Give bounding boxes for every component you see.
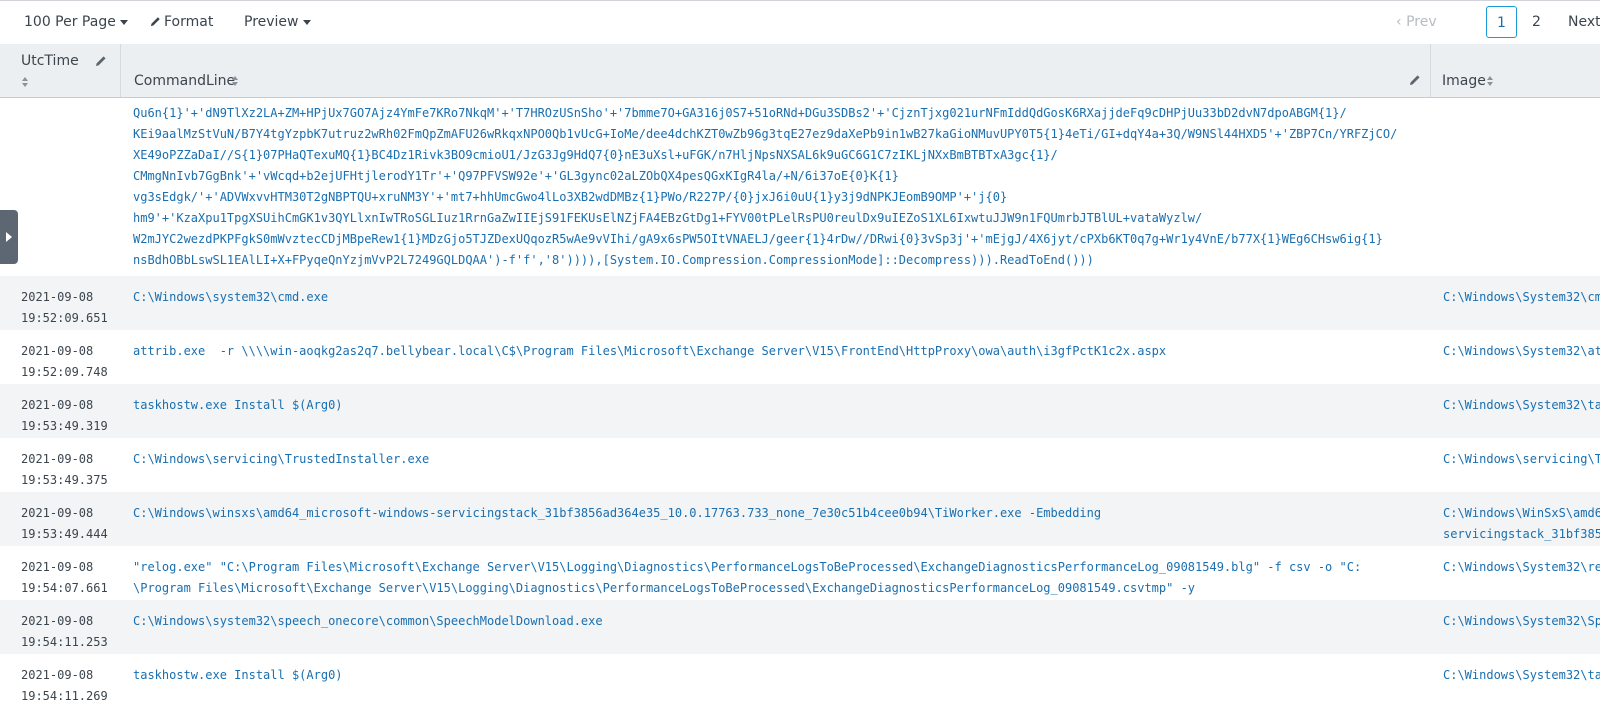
table-row: 2021-09-08 19:53:49.444 C:\Windows\winsx… — [0, 492, 1600, 546]
utctime-cell: 2021-09-08 19:53:49.444 — [21, 506, 108, 541]
image-cell[interactable]: C:\Windows\System32\attrib.exe — [1443, 341, 1600, 362]
caret-down-icon — [119, 19, 128, 25]
utctime-cell: 2021-09-08 19:52:09.651 — [21, 290, 108, 325]
prev-label: Prev — [1406, 14, 1437, 30]
utctime-cell: 2021-09-08 19:54:11.269 — [21, 668, 108, 703]
per-page-label: 100 Per Page — [24, 14, 116, 30]
sort-icon[interactable] — [1487, 76, 1494, 86]
per-page-dropdown[interactable]: 100 Per Page — [24, 14, 128, 30]
side-panel-handle-icon[interactable] — [0, 210, 18, 264]
image-cell[interactable]: C:\Windows\servicing\TrustedInstaller.ex… — [1443, 449, 1600, 470]
table-row: 2021-09-08 19:53:49.319 taskhostw.exe In… — [0, 384, 1600, 438]
preview-label: Preview — [244, 14, 299, 30]
pencil-icon[interactable] — [1409, 74, 1421, 86]
image-cell[interactable]: C:\Windows\System32\taskhostw.exe — [1443, 395, 1600, 416]
column-header-utctime[interactable]: UtcTime — [0, 44, 121, 97]
page-2-button[interactable]: 2 — [1532, 6, 1541, 38]
commandline-cell[interactable]: "relog.exe" "C:\Program Files\Microsoft\… — [133, 557, 1428, 599]
commandline-cell[interactable]: C:\Windows\servicing\TrustedInstaller.ex… — [133, 449, 1428, 470]
image-cell[interactable]: C:\Windows\System32\SpeechModelDownload.… — [1443, 611, 1600, 632]
format-label: Format — [164, 14, 214, 30]
sort-icon[interactable] — [22, 77, 29, 87]
pencil-icon[interactable] — [95, 55, 107, 67]
results-toolbar: 100 Per Page Format Preview ‹ Prev 1 2 N… — [0, 0, 1600, 44]
pencil-icon — [150, 17, 160, 27]
image-cell[interactable]: C:\Windows\System32\taskhostw.exe — [1443, 665, 1600, 686]
page-1-button[interactable]: 1 — [1486, 6, 1517, 38]
table-row: 2021-09-08 19:54:07.661 "relog.exe" "C:\… — [0, 546, 1600, 600]
format-button[interactable]: Format — [150, 14, 213, 30]
commandline-cell[interactable]: taskhostw.exe Install $(Arg0) — [133, 665, 1428, 686]
table-header: UtcTime CommandLine Image — [0, 44, 1600, 98]
commandline-cell[interactable]: attrib.exe -r \\\\win-aoqkg2as2q7.bellyb… — [133, 341, 1428, 362]
column-label-utctime: UtcTime — [21, 53, 79, 69]
utctime-cell: 2021-09-08 19:53:49.375 — [21, 452, 108, 487]
commandline-cell[interactable]: Qu6n{1}'+'dN9TlXz2LA+ZM+HPjUx7GO7Ajz4YmF… — [133, 103, 1428, 271]
utctime-cell: 2021-09-08 19:54:07.661 — [21, 560, 108, 595]
commandline-cell[interactable]: taskhostw.exe Install $(Arg0) — [133, 395, 1428, 416]
column-label-commandline: CommandLine — [134, 73, 236, 89]
utctime-cell: 2021-09-08 19:53:49.319 — [21, 398, 108, 433]
utctime-cell: 2021-09-08 19:54:11.253 — [21, 614, 108, 649]
commandline-cell[interactable]: C:\Windows\winsxs\amd64_microsoft-window… — [133, 503, 1428, 524]
table-row: 2021-09-08 19:52:09.651 C:\Windows\syste… — [0, 276, 1600, 330]
table-row: 2021-09-08 19:53:49.375 C:\Windows\servi… — [0, 438, 1600, 492]
table-row: 2021-09-08 19:54:11.253 C:\Windows\syste… — [0, 600, 1600, 654]
next-page-button[interactable]: Next › — [1568, 6, 1600, 38]
caret-down-icon — [302, 19, 311, 25]
prev-page-button[interactable]: ‹ Prev — [1396, 6, 1437, 38]
commandline-cell[interactable]: C:\Windows\system32\speech_onecore\commo… — [133, 611, 1428, 632]
sort-icon[interactable] — [232, 76, 239, 86]
image-cell[interactable]: C:\Windows\System32\relog.exe — [1443, 557, 1600, 578]
pagination: ‹ Prev 1 2 Next › — [1396, 6, 1600, 40]
column-label-image: Image — [1442, 73, 1486, 89]
column-header-image[interactable]: Image — [1431, 44, 1600, 97]
table-row: 2021-09-08 19:52:09.748 attrib.exe -r \\… — [0, 330, 1600, 384]
table-row: 2021-09-08 19:54:11.269 taskhostw.exe In… — [0, 654, 1600, 706]
preview-dropdown[interactable]: Preview — [244, 14, 311, 30]
next-label: Next — [1568, 14, 1600, 30]
image-cell[interactable]: C:\Windows\WinSxS\amd64_microsoft-window… — [1443, 503, 1600, 545]
image-cell[interactable]: C:\Windows\System32\cmd.exe — [1443, 287, 1600, 308]
column-header-commandline[interactable]: CommandLine — [121, 44, 1431, 97]
table-row: Qu6n{1}'+'dN9TlXz2LA+ZM+HPjUx7GO7Ajz4YmF… — [0, 98, 1600, 276]
commandline-cell[interactable]: C:\Windows\system32\cmd.exe — [133, 287, 1428, 308]
utctime-cell: 2021-09-08 19:52:09.748 — [21, 344, 108, 379]
